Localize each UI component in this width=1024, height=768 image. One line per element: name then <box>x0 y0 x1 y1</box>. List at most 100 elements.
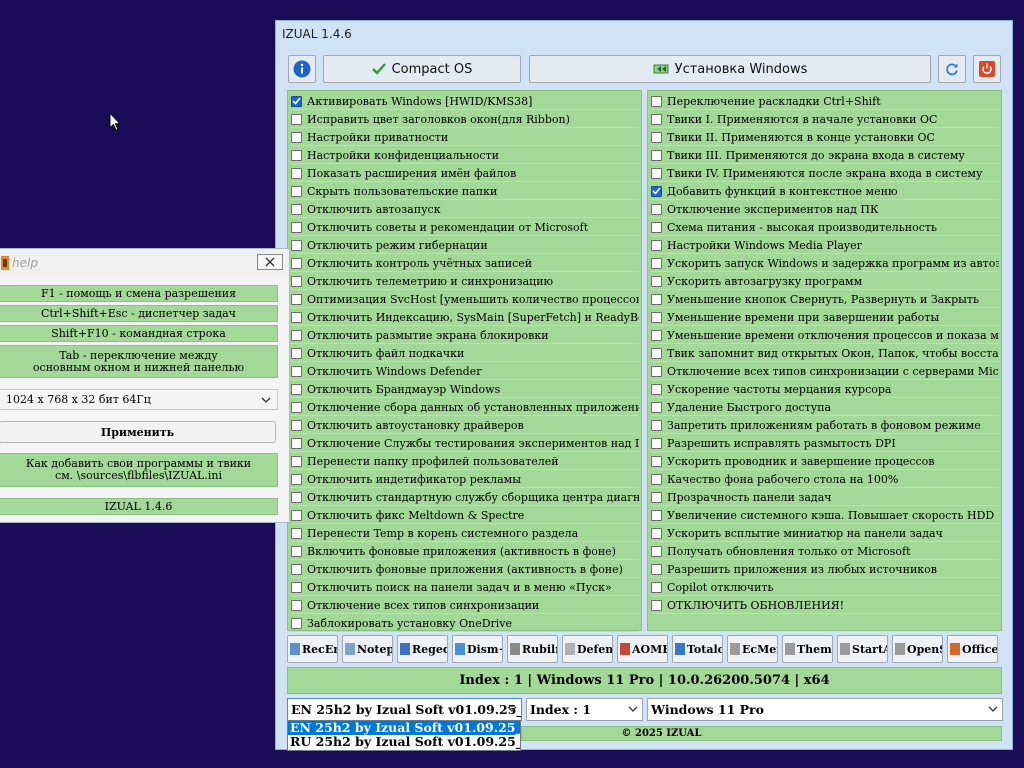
tool-button[interactable]: EcMenu_v <box>727 635 778 663</box>
tweak-row[interactable]: Ускорение частоты мерцания курсора <box>651 381 999 398</box>
help-close-button[interactable] <box>257 254 283 270</box>
tweak-row[interactable]: Перенести Temp в корень системного разде… <box>291 525 639 542</box>
tweak-row[interactable]: Ускорить всплытие миниатюр на панели зад… <box>651 525 999 542</box>
tweak-row[interactable]: Ускорить автозагрузку программ <box>651 273 999 290</box>
checkbox[interactable] <box>291 257 302 269</box>
checkbox[interactable] <box>291 491 302 503</box>
tweak-row[interactable]: Настройки конфиденциальности <box>291 147 639 164</box>
checkbox[interactable] <box>651 293 662 305</box>
image-option[interactable]: RU 25h2 by Izual Soft v01.09.25_inst <box>288 735 520 749</box>
index-select[interactable]: Index : 1 <box>526 698 643 721</box>
checkbox-checked[interactable] <box>291 95 302 107</box>
checkbox[interactable] <box>651 149 662 161</box>
checkbox[interactable] <box>291 419 302 431</box>
tweak-row[interactable]: Отключить размытие экрана блокировки <box>291 327 639 344</box>
tweak-row[interactable]: Разрешить исправлять размытость DPI <box>651 435 999 452</box>
tweak-row[interactable]: Исправить цвет заголовков окон(для Ribbo… <box>291 111 639 128</box>
tweak-row[interactable]: Твики I. Применяются в начале установки … <box>651 111 999 128</box>
tweak-row[interactable]: Качество фона рабочего стола на 100% <box>651 471 999 488</box>
tweak-row[interactable]: Включить фоновые приложения (активность … <box>291 543 639 560</box>
tweak-row[interactable]: Отключение экспериментов над ПК <box>651 201 999 218</box>
tweak-row[interactable]: Отключение сбора данных об установленных… <box>291 399 639 416</box>
checkbox-checked[interactable] <box>651 185 662 197</box>
tweak-row[interactable]: Ускорить запуск Windows и задержка прогр… <box>651 255 999 272</box>
tool-button[interactable]: Regedit <box>397 635 448 663</box>
checkbox[interactable] <box>651 257 662 269</box>
checkbox[interactable] <box>291 167 302 179</box>
info-button[interactable] <box>288 55 316 83</box>
checkbox[interactable] <box>291 185 302 197</box>
checkbox[interactable] <box>291 527 302 539</box>
tweak-row[interactable]: Запретить приложениям работать в фоновом… <box>651 417 999 434</box>
tool-button[interactable]: Notepad <box>342 635 393 663</box>
tweak-row[interactable]: Отключить Windows Defender <box>291 363 639 380</box>
checkbox[interactable] <box>291 131 302 143</box>
tool-button[interactable]: StartAllBack <box>837 635 888 663</box>
image-option[interactable]: EN 25h2 by Izual Soft v01.09.25_inst <box>288 721 520 735</box>
tweak-row[interactable]: Активировать Windows [HWID/KMS38] <box>291 93 639 110</box>
image-select[interactable]: EN 25h2 by Izual Soft v01.09.25_i <box>287 698 522 721</box>
tweak-row[interactable]: Отключить автозапуск <box>291 201 639 218</box>
checkbox[interactable] <box>651 545 662 557</box>
checkbox[interactable] <box>651 527 662 539</box>
tweak-row[interactable]: Отключить телеметрию и синхронизацию <box>291 273 639 290</box>
checkbox[interactable] <box>291 275 302 287</box>
tweak-row[interactable]: Отключить Брандмауэр Windows <box>291 381 639 398</box>
checkbox[interactable] <box>291 455 302 467</box>
checkbox[interactable] <box>651 275 662 287</box>
checkbox[interactable] <box>651 563 662 575</box>
tool-button[interactable]: Office 2013- <box>947 635 998 663</box>
power-button[interactable] <box>973 55 1001 83</box>
tweak-row[interactable]: Отключить стандартную службу сборщика це… <box>291 489 639 506</box>
tweak-row[interactable]: Твики III. Применяются до экрана входа в… <box>651 147 999 164</box>
tweak-row[interactable]: Показать расширения имён файлов <box>291 165 639 182</box>
checkbox[interactable] <box>291 149 302 161</box>
tweak-row[interactable]: Заблокировать установку OneDrive <box>291 615 639 632</box>
tool-button[interactable]: Dism++ <box>452 635 503 663</box>
tweak-row[interactable]: Отключение Службы тестирования экспериме… <box>291 435 639 452</box>
checkbox[interactable] <box>291 383 302 395</box>
tweak-row[interactable]: Отключить контроль учётных записей <box>291 255 639 272</box>
checkbox[interactable] <box>651 455 662 467</box>
tweak-row[interactable]: Уменьшение времени отключения процессов … <box>651 327 999 344</box>
checkbox[interactable] <box>291 203 302 215</box>
checkbox[interactable] <box>291 581 302 593</box>
tweak-row[interactable]: Скрыть пользовательские папки <box>291 183 639 200</box>
checkbox[interactable] <box>651 347 662 359</box>
checkbox[interactable] <box>651 473 662 485</box>
edition-select[interactable]: Windows 11 Pro <box>647 698 1003 721</box>
checkbox[interactable] <box>651 437 662 449</box>
tweak-row[interactable]: Схема питания - высокая производительнос… <box>651 219 999 236</box>
checkbox[interactable] <box>651 113 662 125</box>
checkbox[interactable] <box>651 311 662 323</box>
checkbox[interactable] <box>651 239 662 251</box>
tool-button[interactable]: AOMEI Parti <box>617 635 668 663</box>
checkbox[interactable] <box>651 491 662 503</box>
refresh-button[interactable] <box>938 55 966 83</box>
tweak-row[interactable]: Настройки приватности <box>291 129 639 146</box>
tweak-row[interactable]: Отключить автоустановку драйверов <box>291 417 639 434</box>
checkbox[interactable] <box>291 293 302 305</box>
tweak-row[interactable]: Отключение всех типов синхронизации с се… <box>651 363 999 380</box>
checkbox[interactable] <box>651 329 662 341</box>
checkbox[interactable] <box>651 599 662 611</box>
tweak-row[interactable]: Отключить файл подкачки <box>291 345 639 362</box>
checkbox[interactable] <box>291 599 302 611</box>
checkbox[interactable] <box>291 311 302 323</box>
checkbox[interactable] <box>291 239 302 251</box>
checkbox[interactable] <box>291 365 302 377</box>
checkbox[interactable] <box>651 401 662 413</box>
checkbox[interactable] <box>291 329 302 341</box>
tweak-row[interactable]: Отключить режим гибернации <box>291 237 639 254</box>
tweak-row[interactable]: Увеличение системного кэша. Повышает ско… <box>651 507 999 524</box>
tweak-row[interactable]: Твики II. Применяются в конце установки … <box>651 129 999 146</box>
checkbox[interactable] <box>291 401 302 413</box>
compact-os-button[interactable]: Compact OS <box>323 55 521 83</box>
checkbox[interactable] <box>651 203 662 215</box>
checkbox[interactable] <box>651 581 662 593</box>
tool-button[interactable]: OpenShellSetup <box>892 635 943 663</box>
checkbox[interactable] <box>291 347 302 359</box>
checkbox[interactable] <box>651 131 662 143</box>
install-windows-button[interactable]: Установка Windows <box>529 55 931 83</box>
checkbox[interactable] <box>651 221 662 233</box>
